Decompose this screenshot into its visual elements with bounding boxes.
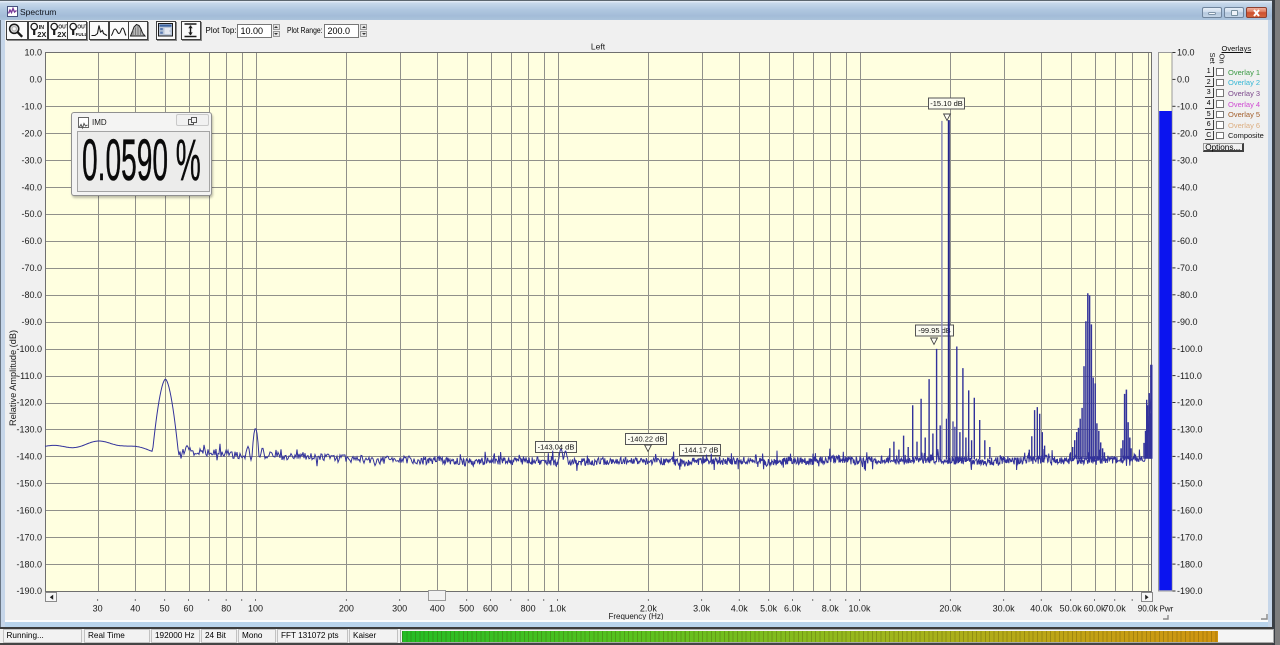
svg-text:600: 600 xyxy=(483,604,498,614)
svg-text:-15.10 dB: -15.10 dB xyxy=(930,99,963,108)
svg-text:8.0k: 8.0k xyxy=(822,604,840,614)
svg-text:100: 100 xyxy=(248,604,263,614)
svg-text:-60.0: -60.0 xyxy=(1177,236,1198,246)
svg-text:-90.0: -90.0 xyxy=(21,317,42,327)
svg-text:-130.0: -130.0 xyxy=(16,425,42,435)
svg-text:-143.04 dB: -143.04 dB xyxy=(538,443,575,452)
svg-text:-170.0: -170.0 xyxy=(16,532,42,542)
svg-text:0.0: 0.0 xyxy=(29,75,42,85)
svg-text:20.0k: 20.0k xyxy=(939,604,962,614)
svg-text:OUT: OUT xyxy=(77,25,86,31)
svg-text:30: 30 xyxy=(93,604,103,614)
svg-text:40: 40 xyxy=(130,604,140,614)
svg-text:800: 800 xyxy=(521,604,536,614)
svg-text:-140.0: -140.0 xyxy=(16,452,42,462)
svg-text:60.0k: 60.0k xyxy=(1083,604,1106,614)
svg-text:40.0k: 40.0k xyxy=(1030,604,1053,614)
svg-text:-180.0: -180.0 xyxy=(1177,559,1203,569)
svg-text:500: 500 xyxy=(459,604,474,614)
svg-text:-150.0: -150.0 xyxy=(1177,479,1203,489)
svg-text:-30.0: -30.0 xyxy=(21,155,42,165)
svg-text:-30.0: -30.0 xyxy=(1177,155,1198,165)
svg-text:-150.0: -150.0 xyxy=(16,479,42,489)
svg-text:-70.0: -70.0 xyxy=(21,263,42,273)
svg-text:Set: Set xyxy=(1208,53,1217,65)
svg-text:4.0k: 4.0k xyxy=(731,604,749,614)
svg-text:-100.0: -100.0 xyxy=(16,344,42,354)
svg-text:Pwr: Pwr xyxy=(1160,605,1174,614)
svg-text:-120.0: -120.0 xyxy=(1177,398,1203,408)
svg-text:70.0k: 70.0k xyxy=(1104,604,1127,614)
svg-text:FULL: FULL xyxy=(76,32,86,37)
svg-text:-160.0: -160.0 xyxy=(16,505,42,515)
svg-text:-50.0: -50.0 xyxy=(21,209,42,219)
svg-text:-144.17 dB: -144.17 dB xyxy=(682,446,719,455)
svg-text:-140.0: -140.0 xyxy=(1177,452,1203,462)
svg-text:Left: Left xyxy=(591,42,606,52)
svg-text:-10.0: -10.0 xyxy=(1177,102,1198,112)
svg-text:-190.0: -190.0 xyxy=(16,586,42,596)
svg-text:-100.0: -100.0 xyxy=(1177,344,1203,354)
svg-text:-10.0: -10.0 xyxy=(21,102,42,112)
svg-text:-50.0: -50.0 xyxy=(1177,209,1198,219)
svg-text:2X: 2X xyxy=(37,30,46,39)
svg-text:200: 200 xyxy=(339,604,354,614)
svg-text:-110.0: -110.0 xyxy=(17,371,42,381)
svg-text:-20.0: -20.0 xyxy=(1177,129,1198,139)
svg-text:-40.0: -40.0 xyxy=(1177,182,1198,192)
svg-text:3.0k: 3.0k xyxy=(693,604,711,614)
svg-text:10.0: 10.0 xyxy=(24,48,42,58)
svg-text:-60.0: -60.0 xyxy=(21,236,42,246)
svg-text:Relative Amplitude (dB): Relative Amplitude (dB) xyxy=(8,330,18,426)
svg-text:-160.0: -160.0 xyxy=(1177,505,1203,515)
svg-text:10.0: 10.0 xyxy=(1177,48,1195,58)
svg-text:-130.0: -130.0 xyxy=(1177,425,1203,435)
svg-text:80: 80 xyxy=(221,604,231,614)
svg-text:-190.0: -190.0 xyxy=(1177,586,1203,596)
svg-text:-99.95 dB: -99.95 dB xyxy=(918,326,951,335)
svg-text:-70.0: -70.0 xyxy=(1177,263,1198,273)
svg-text:-90.0: -90.0 xyxy=(1177,317,1198,327)
svg-text:0.0: 0.0 xyxy=(1177,75,1190,85)
svg-text:6.0k: 6.0k xyxy=(784,604,802,614)
svg-text:-40.0: -40.0 xyxy=(21,182,42,192)
svg-text:-140.22 dB: -140.22 dB xyxy=(628,435,665,444)
svg-text:-80.0: -80.0 xyxy=(21,290,42,300)
svg-text:-170.0: -170.0 xyxy=(1177,532,1203,542)
svg-text:300: 300 xyxy=(392,604,407,614)
svg-text:-120.0: -120.0 xyxy=(16,398,42,408)
svg-text:30.0k: 30.0k xyxy=(993,604,1016,614)
svg-text:400: 400 xyxy=(430,604,445,614)
svg-text:50.0k: 50.0k xyxy=(1060,604,1083,614)
svg-text:-80.0: -80.0 xyxy=(1177,290,1198,300)
svg-text:60: 60 xyxy=(183,604,193,614)
svg-text:-20.0: -20.0 xyxy=(21,129,42,139)
svg-text:2X: 2X xyxy=(57,30,66,39)
svg-text:-110.0: -110.0 xyxy=(1177,371,1202,381)
svg-text:5.0k: 5.0k xyxy=(760,604,778,614)
svg-text:90.0k: 90.0k xyxy=(1138,604,1158,614)
svg-text:10.0k: 10.0k xyxy=(848,604,871,614)
svg-text:-180.0: -180.0 xyxy=(16,559,42,569)
svg-text:On: On xyxy=(1218,54,1227,64)
svg-text:50: 50 xyxy=(160,604,170,614)
svg-text:1.0k: 1.0k xyxy=(549,604,567,614)
